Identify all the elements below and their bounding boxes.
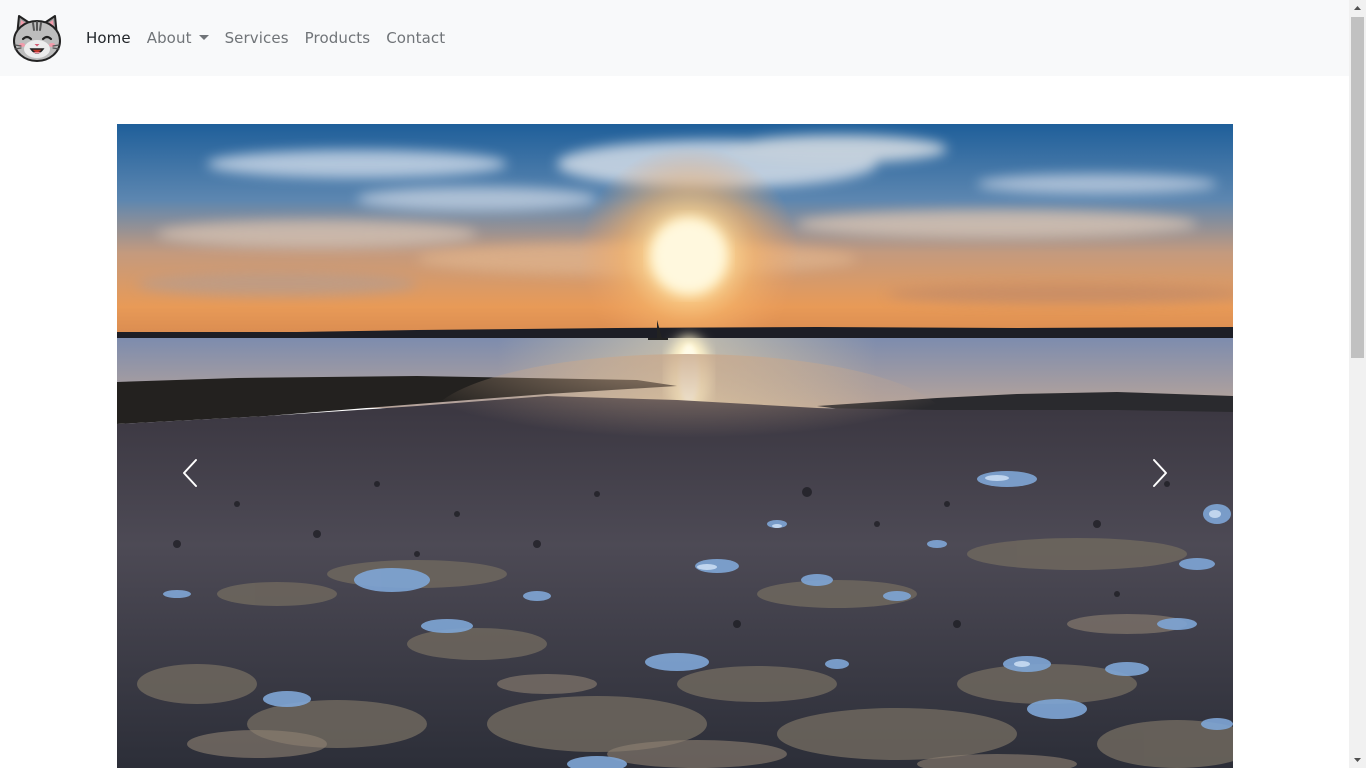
carousel-slide-image (117, 124, 1233, 768)
nav-link-contact[interactable]: Contact (386, 29, 445, 47)
scroll-down-arrow-icon[interactable] (1349, 751, 1366, 768)
page: Home About Services Products Contact (0, 0, 1349, 768)
carousel-prev-button[interactable] (117, 124, 267, 768)
nav-links: Home About Services Products Contact (86, 0, 461, 76)
nav-link-label: About (146, 29, 192, 47)
vertical-scrollbar[interactable] (1349, 0, 1366, 768)
nav-link-label: Services (224, 29, 289, 47)
scroll-up-arrow-icon[interactable] (1349, 0, 1366, 17)
scrollbar-thumb[interactable] (1351, 17, 1364, 358)
carousel-next-button[interactable] (1083, 124, 1233, 768)
brand-logo-link[interactable] (11, 12, 63, 64)
nav-link-label: Home (86, 29, 131, 47)
caret-down-icon (198, 34, 209, 40)
nav-link-label: Contact (386, 29, 446, 47)
nav-link-services[interactable]: Services (225, 29, 289, 47)
nav-link-about-dropdown[interactable]: About (147, 29, 209, 47)
chevron-left-icon (183, 459, 197, 487)
cat-face-logo-icon (13, 15, 61, 62)
nav-link-products[interactable]: Products (305, 29, 371, 47)
navbar: Home About Services Products Contact (0, 0, 1349, 76)
chevron-right-icon (1153, 459, 1167, 487)
nav-link-label: Products (304, 29, 371, 47)
nav-link-home[interactable]: Home (86, 29, 131, 47)
image-carousel (117, 124, 1233, 768)
